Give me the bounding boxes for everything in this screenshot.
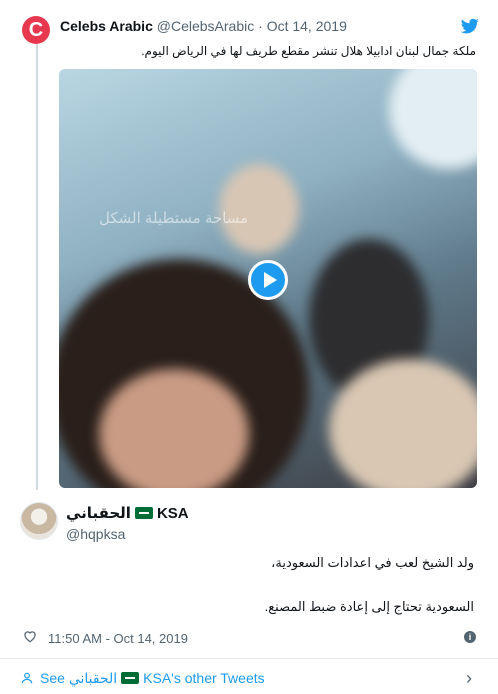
quoted-author-name[interactable]: Celebs Arabic <box>60 18 153 34</box>
quoted-author-handle[interactable]: @CelebsArabic <box>157 18 254 34</box>
user-icon <box>21 672 33 684</box>
quoted-tweet[interactable]: C Celebs Arabic @CelebsArabic · Oct 14, … <box>0 0 498 490</box>
quoted-date[interactable]: Oct 14, 2019 <box>267 18 347 34</box>
see-label: See <box>40 670 65 686</box>
tweet-text-line: ولد الشيخ لعب في اعدادات السعودية، <box>271 555 474 570</box>
thread-line <box>36 44 38 490</box>
quoted-header: Celebs Arabic @CelebsArabic · Oct 14, 20… <box>60 18 347 34</box>
divider <box>0 658 498 659</box>
saudi-flag-icon <box>121 672 140 684</box>
author-name-suffix: KSA <box>156 505 189 522</box>
quoted-tweet-text: ملكة جمال لبنان ادابيلا هلال تنشر مقطع ط… <box>141 44 476 58</box>
tweet-timestamp[interactable]: 11:50 AM - Oct 14, 2019 <box>48 631 188 646</box>
author-handle[interactable]: @hqpksa <box>66 526 125 542</box>
video-frame-area <box>99 369 249 488</box>
author-name-arabic: الحقباني <box>66 505 131 522</box>
video-frame-area <box>389 69 477 169</box>
heart-icon[interactable] <box>22 629 38 646</box>
other-tweets-label: KSA's other Tweets <box>143 670 265 686</box>
see-other-tweets-link[interactable]: See الحقباني KSA's other Tweets <box>20 670 265 687</box>
saudi-flag-icon <box>134 507 153 519</box>
play-icon[interactable] <box>248 260 288 300</box>
twitter-bird-icon[interactable] <box>460 17 480 35</box>
video-player[interactable]: مساحة مستطيلة الشكل <box>59 69 477 488</box>
quoted-separator: · <box>258 18 263 34</box>
author-name[interactable]: الحقباني KSA <box>66 504 189 522</box>
footer-name-arabic: الحقباني <box>68 670 118 686</box>
chevron-right-icon[interactable]: › <box>466 668 472 689</box>
video-watermark: مساحة مستطيلة الشكل <box>99 210 249 227</box>
tweet-meta: 11:50 AM - Oct 14, 2019 <box>22 629 188 646</box>
info-icon[interactable]: i <box>464 631 476 643</box>
author-avatar[interactable] <box>20 502 58 540</box>
tweet-text-line: السعودية تحتاج إلى إعادة ضبط المصنع. <box>264 599 474 614</box>
celebs-arabic-avatar[interactable]: C <box>22 16 50 44</box>
